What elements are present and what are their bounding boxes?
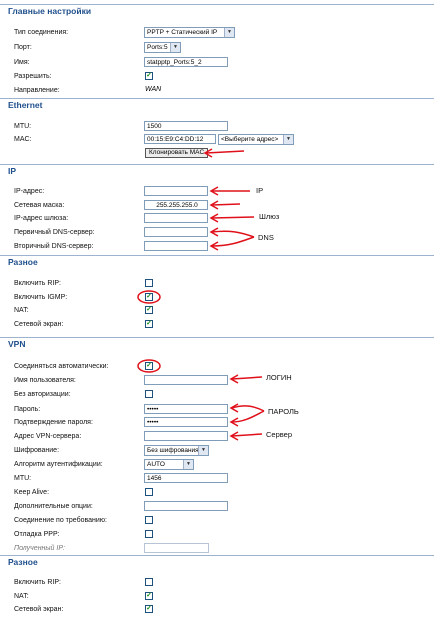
rip-checkbox[interactable] xyxy=(145,279,153,287)
vpn-title: VPN xyxy=(8,339,26,349)
eth-mtu-input[interactable]: 1500 xyxy=(144,121,228,131)
port-label: Порт: xyxy=(14,44,32,51)
auth-algorithm-select[interactable]: AUTO ▼ xyxy=(144,459,194,470)
encryption-value: Без шифрования xyxy=(147,447,199,454)
nat2-checkbox[interactable]: ✓ xyxy=(145,592,153,600)
annotation-gateway: Шлюз xyxy=(259,212,280,221)
main-settings-title: Главные настройки xyxy=(8,6,92,16)
direction-value: WAN xyxy=(145,86,162,93)
conn-type-value: PPTP + Статический IP xyxy=(147,29,218,36)
extra-options-label: Дополнительные опции: xyxy=(14,503,93,510)
received-ip-field xyxy=(144,543,209,553)
dns1-label: Первичный DNS-сервер: xyxy=(14,229,95,236)
auto-connect-label: Соединяться автоматически: xyxy=(14,363,109,370)
igmp-label: Включить IGMP: xyxy=(14,294,68,301)
misc2-section: Разное xyxy=(0,555,434,567)
nat2-label: NAT: xyxy=(14,593,29,600)
gateway-label: IP-адрес шлюза: xyxy=(14,215,69,222)
port-select[interactable]: Ports:5 ▼ xyxy=(144,42,181,53)
nat-checkbox[interactable]: ✓ xyxy=(145,306,153,314)
chevron-down-icon: ▼ xyxy=(198,446,208,455)
mac-label: MAC: xyxy=(14,136,32,143)
firewall2-checkbox[interactable]: ✓ xyxy=(145,605,153,613)
encryption-select[interactable]: Без шифрования ▼ xyxy=(144,445,209,456)
password-confirm-label: Подтверждение пароля: xyxy=(14,419,93,426)
clone-mac-arrow xyxy=(205,150,245,154)
username-input[interactable] xyxy=(144,375,228,385)
igmp-checkbox[interactable]: ✓ xyxy=(145,293,153,301)
auth-algorithm-label: Алгоритм аутентификации: xyxy=(14,461,103,468)
port-value: Ports:5 xyxy=(147,44,168,51)
vpn-section: VPN xyxy=(0,337,434,349)
annotation-server: Сервер xyxy=(266,430,293,439)
annotation-overlay xyxy=(137,148,265,441)
chevron-down-icon: ▼ xyxy=(183,460,193,469)
allow-label: Разрешить: xyxy=(14,73,52,80)
firewall-checkbox[interactable]: ✓ xyxy=(145,320,153,328)
ip-address-input[interactable] xyxy=(144,186,208,196)
vpn-server-label: Адрес VPN-сервера: xyxy=(14,433,82,440)
mac-input[interactable]: 00:15:E9:C4:DD:12 xyxy=(144,134,216,144)
clone-mac-button[interactable]: Клонировать MAC xyxy=(145,148,209,158)
encryption-label: Шифрование: xyxy=(14,447,60,454)
password-confirm-input[interactable]: ••••• xyxy=(144,417,228,427)
misc-title: Разное xyxy=(8,257,38,267)
on-demand-checkbox[interactable] xyxy=(145,516,153,524)
eth-mtu-label: MTU: xyxy=(14,123,32,130)
annotation-password: ПАРОЛЬ xyxy=(268,407,299,416)
extra-options-input[interactable] xyxy=(144,501,228,511)
ip-title: IP xyxy=(8,166,17,176)
allow-checkbox[interactable]: ✓ xyxy=(145,72,153,80)
dns2-input[interactable] xyxy=(144,241,208,251)
annotation-dns: DNS xyxy=(258,233,274,242)
vpn-mtu-label: MTU: xyxy=(14,475,32,482)
chevron-down-icon: ▼ xyxy=(170,43,180,52)
ip-address-label: IP-адрес: xyxy=(14,188,45,195)
password-input[interactable]: ••••• xyxy=(144,404,228,414)
mask-input[interactable]: 255.255.255.0 xyxy=(144,200,208,210)
no-auth-checkbox[interactable] xyxy=(145,390,153,398)
gateway-input[interactable] xyxy=(144,213,208,223)
misc-section: Разное xyxy=(0,255,434,267)
mac-select-value: <Выберите адрес> xyxy=(221,136,279,143)
vpn-server-input[interactable] xyxy=(144,431,228,441)
auth-algorithm-value: AUTO xyxy=(147,461,165,468)
ppp-debug-checkbox[interactable] xyxy=(145,530,153,538)
chevron-down-icon: ▼ xyxy=(224,28,234,37)
keepalive-label: Keep Alive: xyxy=(14,489,50,496)
on-demand-label: Соединение по требованию: xyxy=(14,517,108,524)
nat-label: NAT: xyxy=(14,307,29,314)
password-label: Пароль: xyxy=(14,406,41,413)
firewall-label: Сетевой экран: xyxy=(14,321,64,328)
name-label: Имя: xyxy=(14,59,30,66)
name-input[interactable]: statpptp_Ports:5_2 xyxy=(144,57,228,67)
rip2-checkbox[interactable] xyxy=(145,578,153,586)
misc2-title: Разное xyxy=(8,557,38,567)
annotation-login: ЛОГИН xyxy=(266,373,292,382)
vpn-mtu-input[interactable]: 1456 xyxy=(144,473,228,483)
firewall2-label: Сетевой экран: xyxy=(14,606,64,613)
rip-label: Включить RIP: xyxy=(14,280,61,287)
main-settings-section: Главные настройки xyxy=(0,4,434,16)
mask-label: Сетевая маска: xyxy=(14,202,65,209)
ppp-debug-label: Отладка PPP: xyxy=(14,531,60,538)
conn-type-select[interactable]: PPTP + Статический IP ▼ xyxy=(144,27,235,38)
received-ip-label: Полученный IP: xyxy=(14,545,65,552)
auto-connect-checkbox[interactable]: ✓ xyxy=(145,362,153,370)
direction-label: Направление: xyxy=(14,87,60,94)
keepalive-checkbox[interactable] xyxy=(145,488,153,496)
mac-address-select[interactable]: <Выберите адрес> ▼ xyxy=(218,134,294,145)
ethernet-section: Ethernet xyxy=(0,98,434,110)
username-label: Имя пользователя: xyxy=(14,377,76,384)
conn-type-label: Тип соединения: xyxy=(14,29,69,36)
no-auth-label: Без авторизации: xyxy=(14,391,71,398)
annotation-ip: IP xyxy=(256,186,264,195)
dns1-input[interactable] xyxy=(144,227,208,237)
rip2-label: Включить RIP: xyxy=(14,579,61,586)
dns2-label: Вторичный DNS-сервер: xyxy=(14,243,94,250)
ip-section: IP xyxy=(0,164,434,176)
ethernet-title: Ethernet xyxy=(8,100,43,110)
chevron-down-icon: ▼ xyxy=(283,135,293,144)
